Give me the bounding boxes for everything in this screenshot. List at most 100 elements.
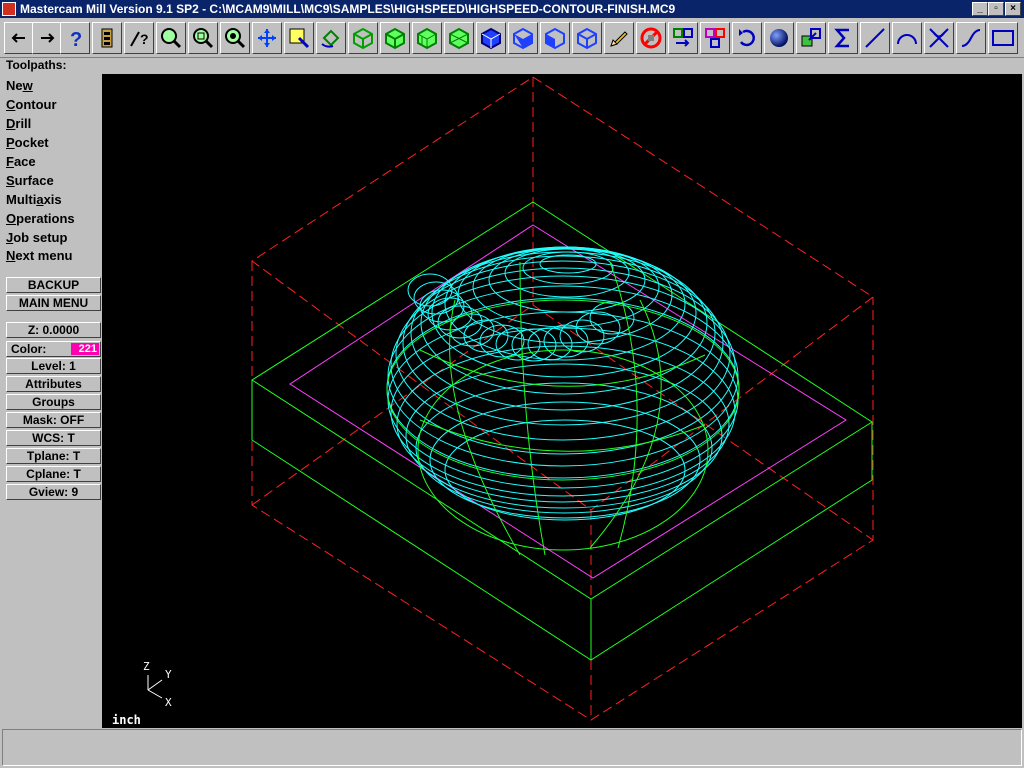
select-button[interactable] [284, 22, 314, 54]
zoom-window-button[interactable] [156, 22, 186, 54]
transform-icon [673, 28, 693, 47]
menu-item-text: Multi [6, 192, 37, 207]
backplot-button[interactable] [796, 22, 826, 54]
rotate-view-button[interactable] [316, 22, 346, 54]
cplane-top-icon [481, 27, 501, 50]
minimize-button[interactable]: _ [972, 2, 988, 16]
view-side-button[interactable] [412, 22, 442, 54]
shade-button[interactable] [764, 22, 794, 54]
menu-item-hotkey: C [6, 97, 16, 112]
dome-wireframe [386, 261, 740, 556]
color-button[interactable]: Color: 221 [6, 341, 101, 357]
title-bar: Mastercam Mill Version 9.1 SP2 - C:\MCAM… [0, 0, 1024, 18]
menu-item-hotkey: N [6, 248, 16, 263]
arrow-right-button[interactable] [32, 22, 62, 54]
arrow-left-button[interactable] [4, 22, 34, 54]
gview-button[interactable]: Gview: 9 [6, 484, 101, 500]
boundary-outline [289, 224, 847, 579]
line-button[interactable] [860, 22, 890, 54]
cplane-side-button[interactable] [540, 22, 570, 54]
sum-button[interactable] [828, 22, 858, 54]
pan-icon [258, 29, 276, 47]
transform-copy-icon [705, 28, 725, 48]
arrow-right-icon [41, 33, 55, 43]
transform-button[interactable] [668, 22, 698, 54]
help-button[interactable]: ? [60, 22, 90, 54]
backup-button[interactable]: BACKUP [6, 277, 101, 293]
attributes-button[interactable]: Attributes [6, 376, 101, 392]
zoom-out-icon [193, 28, 214, 49]
close-button[interactable]: × [1005, 2, 1021, 16]
menu-item-new[interactable]: New [6, 78, 33, 94]
pan-button[interactable] [252, 22, 282, 54]
color-label: Color: [11, 342, 47, 356]
rectangle-button[interactable] [988, 22, 1018, 54]
view-top-icon [353, 27, 373, 50]
graphics-viewport[interactable]: Z Y X [102, 74, 1022, 728]
menu-item-text: urface [14, 173, 54, 188]
fillet-icon [929, 28, 949, 48]
arc-icon [897, 34, 917, 45]
level-button[interactable]: Level: 1 [6, 358, 101, 374]
rectangle-icon [992, 30, 1014, 46]
analyze-button[interactable]: ? [124, 22, 154, 54]
menu-item-operations[interactable]: Operations [6, 211, 75, 227]
menu-item-contour[interactable]: Contour [6, 97, 57, 113]
wcs-button[interactable]: WCS: T [6, 430, 101, 446]
undo-button[interactable] [732, 22, 762, 54]
backplot-icon [801, 28, 821, 47]
view-iso-icon [449, 27, 469, 50]
axis-label-y: Y [165, 668, 172, 681]
help-icon: ? [70, 29, 82, 50]
view-iso-button[interactable] [444, 22, 474, 54]
menu-item-pocket[interactable]: Pocket [6, 135, 49, 151]
view-top-button[interactable] [348, 22, 378, 54]
z-depth-button[interactable]: Z: 0.0000 [6, 322, 101, 338]
cplane-button[interactable]: Cplane: T [6, 466, 101, 482]
menu-item-surface[interactable]: Surface [6, 173, 54, 189]
groups-button[interactable]: Groups [6, 394, 101, 410]
menu-item-face[interactable]: Face [6, 154, 36, 170]
tplane-button[interactable]: Tplane: T [6, 448, 101, 464]
menu-item-text: xis [43, 192, 62, 207]
line-icon [865, 28, 885, 48]
zoom-target-button[interactable] [220, 22, 250, 54]
menu-item-hotkey: P [6, 135, 15, 150]
menu-item-text: ext menu [15, 248, 73, 263]
menu-item-text: ocket [14, 135, 49, 150]
menu-item-text: Ne [6, 78, 23, 93]
menu-item-text: rill [15, 116, 32, 131]
zoom-window-icon [161, 28, 182, 49]
svg-text:?: ? [140, 31, 149, 47]
prompt-label: Toolpaths: [6, 58, 67, 72]
arc-button[interactable] [892, 22, 922, 54]
arrow-left-icon [11, 33, 25, 43]
menu-item-job-setup[interactable]: Job setup [6, 230, 67, 246]
shade-sphere-icon [770, 29, 788, 47]
cplane-top-button[interactable] [476, 22, 506, 54]
no-delete-button[interactable] [636, 22, 666, 54]
menu-item-text: ob setup [13, 230, 68, 245]
menu-item-hotkey: a [36, 192, 44, 207]
pencil-button[interactable] [604, 22, 634, 54]
battery-button[interactable] [92, 22, 122, 54]
menu-item-text: perations [16, 211, 75, 226]
menu-item-next-menu[interactable]: Next menu [6, 248, 72, 264]
cplane-front-button[interactable] [508, 22, 538, 54]
main-menu-button[interactable]: MAIN MENU [6, 295, 101, 311]
transform-copy-button[interactable] [700, 22, 730, 54]
mask-button[interactable]: Mask: OFF [6, 412, 101, 428]
maximize-button[interactable]: ▫ [988, 2, 1004, 16]
spline-button[interactable] [956, 22, 986, 54]
fillet-button[interactable] [924, 22, 954, 54]
svg-text:?: ? [70, 29, 82, 50]
menu-item-hotkey: F [6, 154, 14, 169]
view-front-button[interactable] [380, 22, 410, 54]
menu-item-multiaxis[interactable]: Multiaxis [6, 192, 62, 208]
window-title: Mastercam Mill Version 9.1 SP2 - C:\MCAM… [20, 2, 676, 16]
cplane-3d-button[interactable] [572, 22, 602, 54]
app-icon[interactable] [2, 2, 16, 16]
select-icon [289, 28, 310, 49]
zoom-out-button[interactable] [188, 22, 218, 54]
menu-item-drill[interactable]: Drill [6, 116, 31, 132]
